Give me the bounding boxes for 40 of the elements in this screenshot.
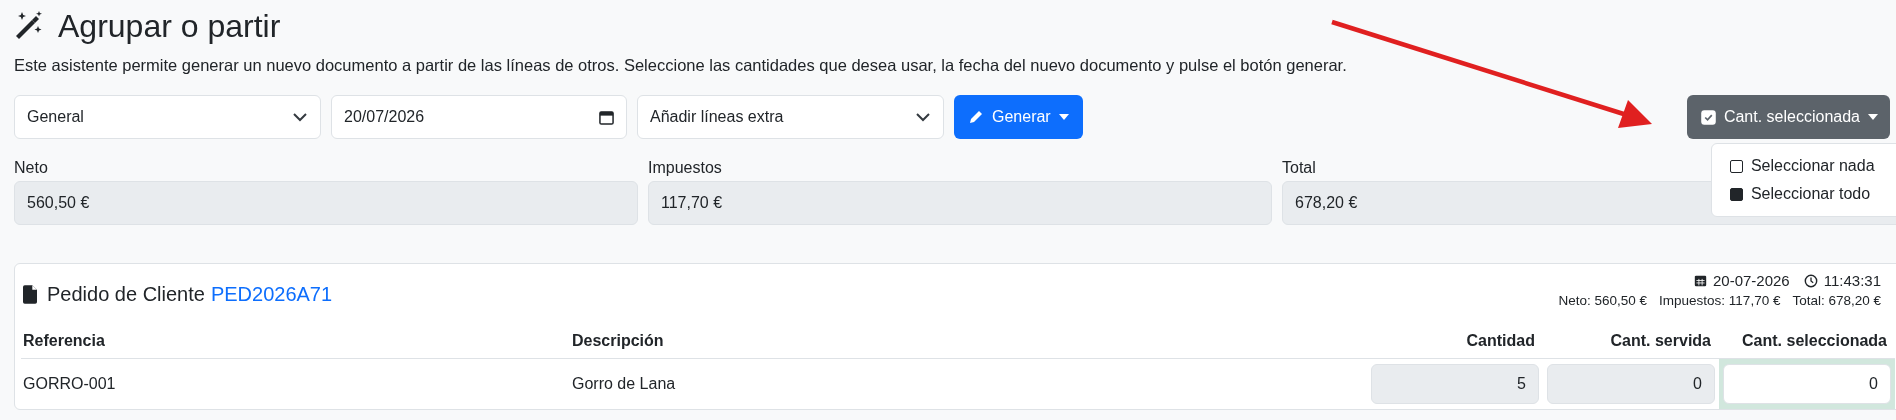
clock-icon: [1803, 273, 1818, 288]
document-type: Pedido de Cliente: [47, 282, 205, 306]
selected-quantity-field[interactable]: 0: [1723, 364, 1891, 404]
total-field: 560,50 €: [14, 181, 638, 225]
column-header: Cant. servida: [1543, 322, 1719, 359]
menu-item[interactable]: Seleccionar nada: [1711, 152, 1896, 180]
caret-icon: [1058, 114, 1069, 120]
description-text: Este asistente permite generar un nuevo documento a partir de las líneas de otros. Seleccione las cantidades que desea usar, la fecha del nuevo documento y pulse el botón generar.: [14, 56, 1348, 75]
quantity-field[interactable]: 5: [1371, 364, 1539, 404]
document-date: 20-07-2026: [1713, 272, 1790, 289]
selection-dropdown-button[interactable]: Cant. seleccionada: [1686, 95, 1890, 139]
calendar-icon: [1694, 274, 1707, 287]
date-field[interactable]: 20/07/2026: [331, 95, 627, 139]
served-quantity-field[interactable]: 0: [1547, 364, 1715, 404]
column-header: Referencia: [21, 322, 570, 359]
document-time: 11:43:31: [1823, 272, 1881, 289]
generate-button[interactable]: Generar: [954, 95, 1083, 139]
menu-item[interactable]: Seleccionar todo: [1711, 180, 1896, 208]
calendar-icon: [599, 109, 614, 125]
document-icon: [23, 284, 37, 304]
extra-lines-select[interactable]: Añadir líneas extra: [637, 95, 944, 139]
table-cell: GORRO-001: [21, 358, 570, 409]
document-total: Neto: 560,50 €: [1558, 293, 1648, 308]
column-header: Descripción: [570, 322, 1367, 359]
document-link[interactable]: PED2026A71: [210, 282, 333, 306]
series-select[interactable]: General: [14, 95, 321, 139]
total-label: Total: [1282, 159, 1316, 177]
caret-icon: [1868, 114, 1878, 120]
total-label: Neto: [14, 159, 48, 177]
menu-item-label: Seleccionar nada: [1750, 157, 1875, 175]
page-title: Agrupar o partir: [58, 7, 281, 45]
total-field: 117,70 €: [648, 181, 1272, 225]
pencil-icon: [968, 109, 984, 125]
menu-item-label: Seleccionar todo: [1750, 185, 1871, 203]
document-total: Impuestos: 117,70 €: [1659, 293, 1781, 308]
document-total: Total: 678,20 €: [1792, 293, 1881, 308]
total-label: Impuestos: [648, 159, 722, 177]
column-header: Cantidad: [1367, 322, 1543, 359]
column-header: Cant. seleccionada: [1719, 322, 1895, 359]
table-cell: Gorro de Lana: [570, 358, 1367, 409]
